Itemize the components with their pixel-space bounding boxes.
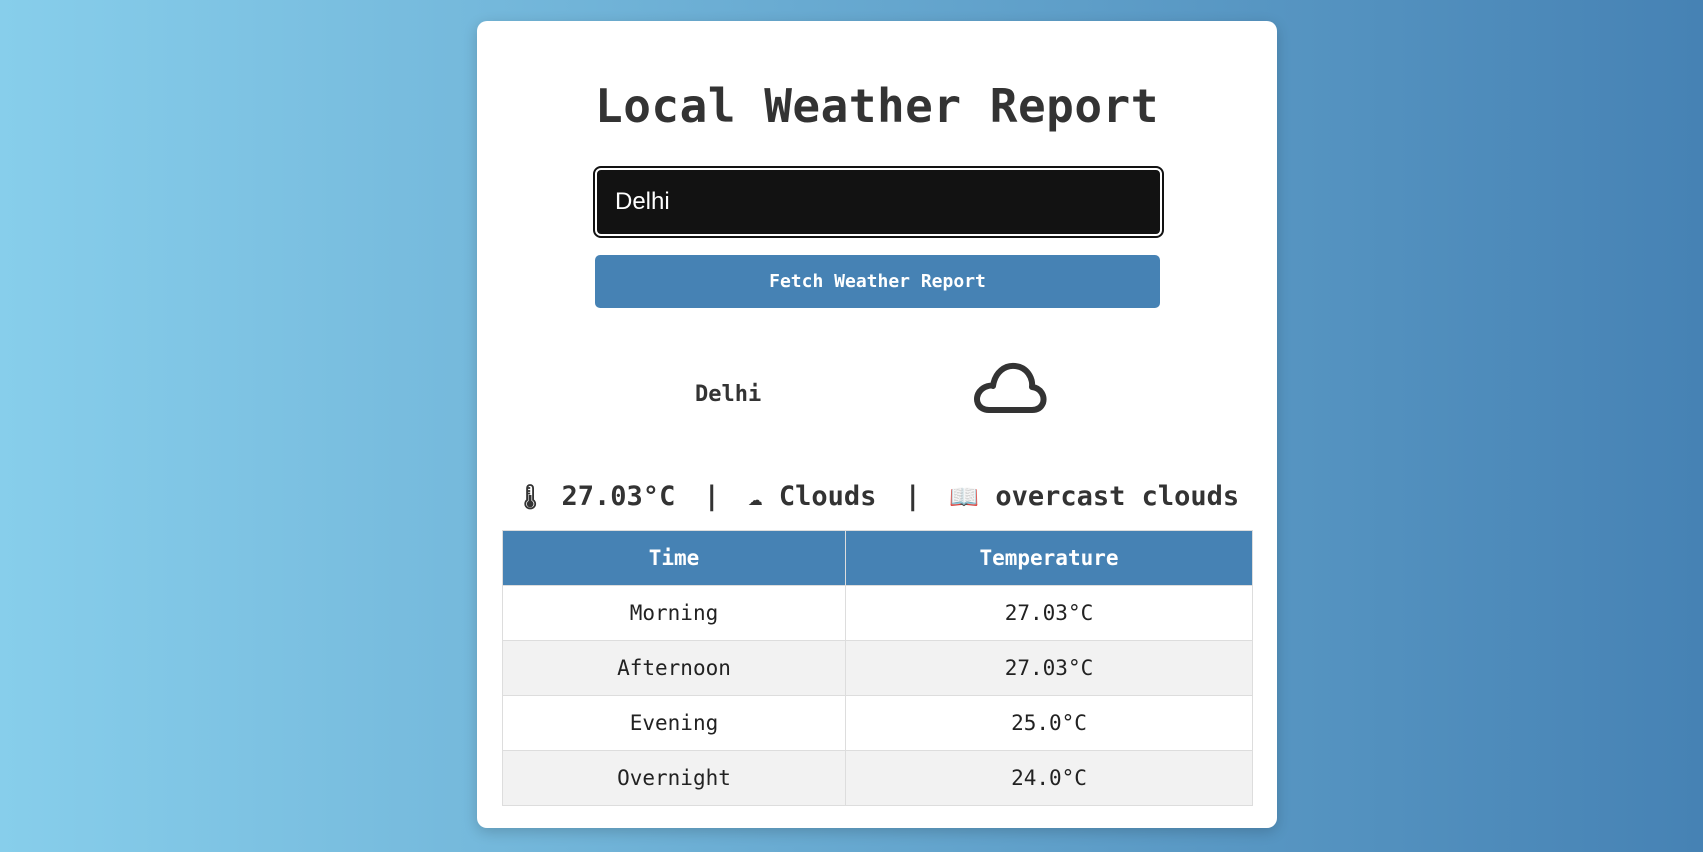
weather-condition: Clouds bbox=[778, 481, 877, 512]
column-header-time: Time bbox=[502, 530, 846, 586]
forecast-table: Time Temperature Morning 27.03°C Afterno… bbox=[502, 530, 1253, 806]
weather-card: Local Weather Report Fetch Weather Repor… bbox=[477, 21, 1277, 828]
table-header-row: Time Temperature bbox=[502, 530, 1253, 586]
cloud-icon bbox=[974, 362, 1047, 413]
temperature-value: 27.03°C bbox=[561, 481, 676, 512]
separator: | bbox=[703, 481, 720, 512]
city-name: Delhi bbox=[695, 382, 762, 407]
table-row: Evening 25.0°C bbox=[502, 695, 1253, 751]
time-cell: Afternoon bbox=[502, 640, 846, 696]
city-input[interactable] bbox=[593, 166, 1164, 238]
table-row: Overnight 24.0°C bbox=[502, 750, 1253, 806]
table-row: Afternoon 27.03°C bbox=[502, 640, 1253, 696]
time-cell: Morning bbox=[502, 585, 846, 641]
table-row: Morning 27.03°C bbox=[502, 585, 1253, 641]
thermometer-icon: 🌡 bbox=[514, 483, 546, 511]
column-header-temperature: Temperature bbox=[845, 530, 1253, 586]
temperature-cell: 27.03°C bbox=[845, 640, 1253, 696]
temperature-cell: 25.0°C bbox=[845, 695, 1253, 751]
fetch-weather-button[interactable]: Fetch Weather Report bbox=[595, 255, 1160, 308]
cloud-emoji-icon: ☁ bbox=[748, 483, 763, 511]
time-cell: Overnight bbox=[502, 750, 846, 806]
weather-description: overcast clouds bbox=[995, 481, 1240, 512]
temperature-cell: 24.0°C bbox=[845, 750, 1253, 806]
separator: | bbox=[904, 481, 921, 512]
weather-summary: 🌡 27.03°C | ☁ Clouds | 📖 overcast clouds bbox=[477, 481, 1277, 512]
time-cell: Evening bbox=[502, 695, 846, 751]
page-title: Local Weather Report bbox=[595, 79, 1159, 133]
book-icon: 📖 bbox=[949, 483, 980, 511]
temperature-cell: 27.03°C bbox=[845, 585, 1253, 641]
